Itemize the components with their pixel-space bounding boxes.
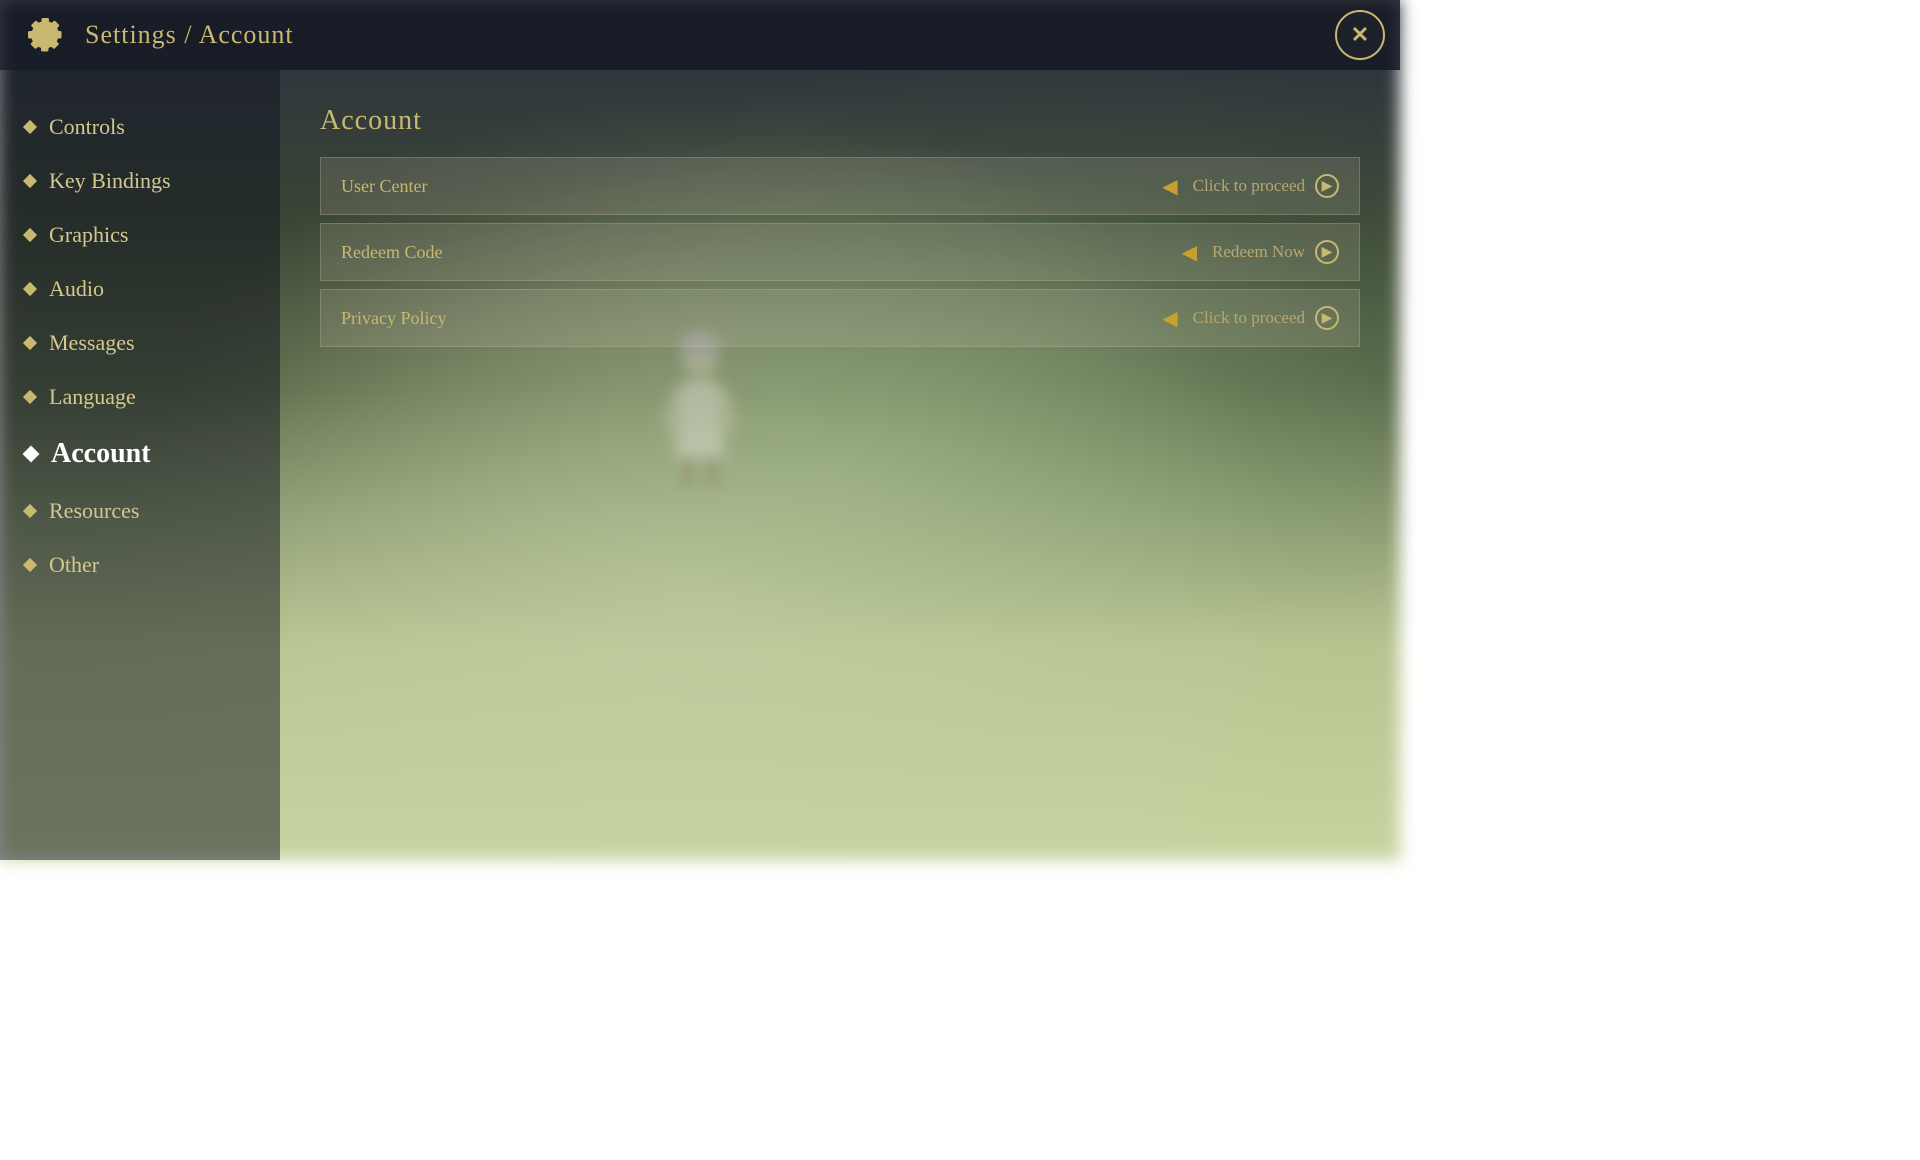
sidebar: Controls Key Bindings Graphics Audio Mes… [0,70,280,860]
diamond-icon [23,336,37,350]
diamond-icon [23,120,37,134]
header: Settings / Account ✕ [0,0,1400,70]
sidebar-label-resources: Resources [49,498,139,524]
gear-icon [20,10,70,60]
section-title: Account [320,105,1360,137]
sidebar-label-graphics: Graphics [49,222,128,248]
proceed-arrow: ▶ [1315,240,1339,264]
sidebar-label-messages: Messages [49,330,135,356]
diamond-icon [23,390,37,404]
main-content: Account User Center ◀ Click to proceed ▶… [280,70,1400,860]
redeem-code-label: Redeem Code [341,242,1167,263]
privacy-policy-action: Click to proceed [1193,308,1305,328]
sidebar-item-graphics[interactable]: Graphics [0,208,280,262]
proceed-arrow: ▶ [1315,306,1339,330]
diamond-icon [23,558,37,572]
sidebar-item-controls[interactable]: Controls [0,100,280,154]
redeem-code-action: Redeem Now [1212,242,1305,262]
user-center-action: Click to proceed [1193,176,1305,196]
sidebar-label-key-bindings: Key Bindings [49,168,171,194]
user-center-label: User Center [341,176,1147,197]
diamond-icon [23,282,37,296]
sidebar-item-resources[interactable]: Resources [0,484,280,538]
user-center-row[interactable]: User Center ◀ Click to proceed ▶ [320,157,1360,215]
sidebar-item-account[interactable]: Account [0,424,280,484]
sidebar-label-controls: Controls [49,114,125,140]
sidebar-item-audio[interactable]: Audio [0,262,280,316]
sidebar-label-language: Language [49,384,136,410]
close-button[interactable]: ✕ [1335,10,1385,60]
redeem-code-row[interactable]: Redeem Code ◀ Redeem Now ▶ [320,223,1360,281]
sidebar-item-language[interactable]: Language [0,370,280,424]
row-arrow-icon: ◀ [1182,240,1197,265]
row-arrow-icon: ◀ [1162,174,1177,199]
header-title: Settings / Account [85,20,294,50]
row-arrow-icon: ◀ [1162,306,1177,331]
diamond-icon [23,174,37,188]
sidebar-label-other: Other [49,552,99,578]
sidebar-item-messages[interactable]: Messages [0,316,280,370]
sidebar-label-audio: Audio [49,276,104,302]
sidebar-item-other[interactable]: Other [0,538,280,592]
sidebar-label-account: Account [51,438,151,470]
sidebar-item-key-bindings[interactable]: Key Bindings [0,154,280,208]
privacy-policy-label: Privacy Policy [341,308,1147,329]
diamond-icon-active [23,446,40,463]
diamond-icon [23,228,37,242]
proceed-arrow: ▶ [1315,174,1339,198]
privacy-policy-row[interactable]: Privacy Policy ◀ Click to proceed ▶ [320,289,1360,347]
diamond-icon [23,504,37,518]
